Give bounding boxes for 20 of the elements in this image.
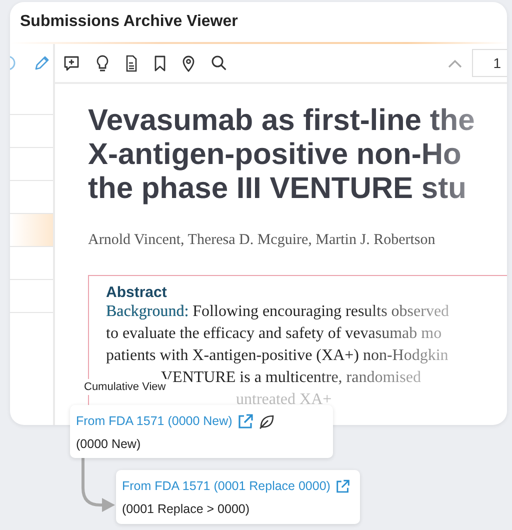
caret-up-icon[interactable] <box>448 58 462 68</box>
leaf-icon[interactable] <box>259 414 274 428</box>
submission-detail: (0001 Replace > 0000) <box>122 502 251 516</box>
window-title: Submissions Archive Viewer <box>20 13 238 31</box>
pencil-icon[interactable] <box>34 55 50 71</box>
abstract-heading: Abstract <box>106 284 168 301</box>
submission-detail: (0000 New) <box>76 437 142 451</box>
location-pin-icon[interactable] <box>182 54 195 72</box>
abstract-line: untreated XA+ <box>236 390 332 410</box>
submission-link[interactable]: From FDA 1571 (0001 Replace 0000) <box>122 479 330 493</box>
author-list: Arnold Vincent, Theresa D. Mcguire, Martin J. Robertson <box>88 232 507 249</box>
external-link-icon[interactable] <box>336 478 350 494</box>
page-number-field[interactable]: 1 <box>472 49 507 77</box>
lightbulb-icon[interactable] <box>96 54 109 72</box>
comment-add-icon[interactable] <box>63 54 80 72</box>
submission-link[interactable]: From FDA 1571 (0000 New) <box>76 414 232 428</box>
document-icon[interactable] <box>125 54 138 72</box>
search-icon[interactable] <box>211 55 227 71</box>
bookmark-icon[interactable] <box>154 54 166 72</box>
external-link-icon[interactable] <box>238 414 254 428</box>
